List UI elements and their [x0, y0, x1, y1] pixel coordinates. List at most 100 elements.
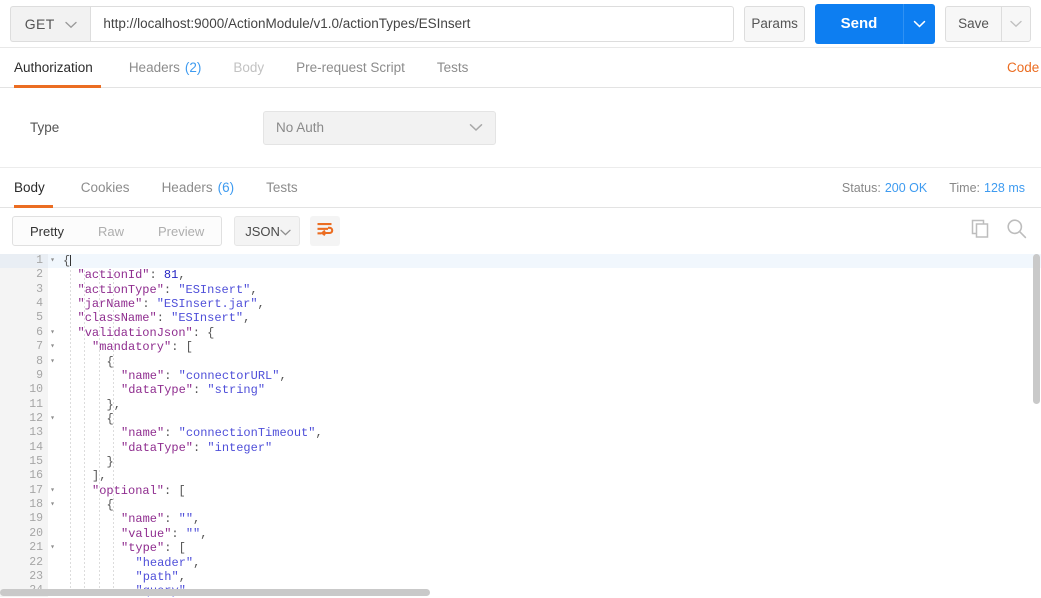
token-k: "actionId" [77, 268, 150, 283]
code-line-text: "name": "connectorURL", [48, 369, 287, 383]
tab-label: Body [233, 60, 265, 75]
tab-label: Authorization [14, 60, 93, 75]
line-number: 21 ▾ [0, 541, 55, 556]
token-p: ], [92, 469, 107, 484]
request-tab-authorization[interactable]: Authorization [14, 48, 109, 88]
response-body-viewer[interactable]: 1 ▾{2 "actionId": 81, 3 "actionType": "ESIns… [0, 254, 1041, 597]
view-mode-raw[interactable]: Raw [81, 217, 141, 245]
copy-button[interactable] [971, 219, 990, 243]
code-link[interactable]: Code [1007, 48, 1041, 87]
token-s: "" [178, 512, 194, 527]
token-k: "className" [77, 311, 157, 326]
word-wrap-toggle[interactable] [310, 216, 341, 246]
tab-label: Tests [266, 180, 298, 195]
auth-type-label: Type [30, 120, 60, 135]
response-actions [971, 208, 1027, 254]
code-lines: 1 ▾{2 "actionId": 81, 3 "actionType": "ESIns… [0, 254, 1041, 597]
code-line: 9 "name": "connectorURL", [0, 368, 1041, 384]
code-line: 5 "className": "ESInsert", [0, 311, 1041, 326]
url-input[interactable] [90, 5, 735, 42]
request-tab-tests[interactable]: Tests [421, 48, 485, 87]
token-k: "dataType" [121, 383, 194, 398]
code-line: 15} [0, 455, 1041, 470]
response-tab-tests[interactable]: Tests [250, 168, 314, 207]
line-number: 14 [0, 440, 48, 456]
token-k: "name" [121, 368, 165, 383]
token-k: "name" [121, 512, 165, 527]
vertical-scrollbar-thumb[interactable] [1033, 254, 1040, 404]
tab-label: Headers [161, 180, 213, 195]
auth-type-value: No Auth [276, 120, 325, 135]
token-s: "integer" [207, 440, 273, 455]
token-k: "type" [121, 541, 165, 556]
code-line-text: "mandatory": [ [48, 340, 193, 354]
token-k: "value" [121, 526, 172, 541]
token-s: "connectorURL" [178, 368, 280, 383]
token-p: , [193, 512, 201, 527]
token-p: : [163, 282, 179, 297]
view-mode-preview[interactable]: Preview [141, 217, 221, 245]
save-button[interactable]: Save [945, 5, 1001, 42]
horizontal-scrollbar-thumb[interactable] [0, 589, 430, 596]
chevron-down-icon [280, 224, 291, 239]
token-p: , [257, 297, 265, 312]
token-p: , [178, 268, 186, 283]
response-format-dropdown[interactable]: JSON [234, 216, 301, 246]
request-tab-body[interactable]: Body [217, 48, 280, 87]
line-number: 3 [0, 282, 48, 298]
code-line: 14 "dataType": "integer" [0, 440, 1041, 456]
line-number: 19 [0, 512, 48, 527]
request-tab-pre-request-script[interactable]: Pre-request Script [280, 48, 421, 87]
token-p: } [106, 455, 114, 470]
status-label: Status: [841, 180, 881, 195]
code-line-text: "path", [48, 570, 186, 584]
code-line: 18 ▾ { [0, 498, 1041, 513]
save-options-dropdown[interactable] [1001, 5, 1031, 42]
token-s: "connectionTimeout" [178, 426, 316, 441]
horizontal-scrollbar[interactable] [0, 588, 1041, 597]
token-k: "name" [121, 426, 165, 441]
http-method-dropdown[interactable]: GET [10, 5, 91, 42]
code-line-text: "dataType": "string" [48, 383, 265, 397]
code-line-text: { [48, 412, 114, 426]
token-p: , [178, 569, 186, 584]
params-button[interactable]: Params [744, 5, 805, 42]
text-cursor [70, 255, 72, 266]
line-number: 13 [0, 426, 48, 441]
request-tab-headers[interactable]: Headers (2) [113, 48, 218, 87]
response-meta: Status: 200 OK Time: 128 ms [842, 168, 1025, 207]
search-button[interactable] [1006, 218, 1027, 244]
code-line: 20 "value": "", [0, 526, 1041, 542]
line-number: 10 [0, 383, 48, 398]
response-tab-cookies[interactable]: Cookies [65, 168, 146, 207]
response-format-value: JSON [245, 223, 280, 239]
vertical-scrollbar[interactable] [1032, 254, 1041, 597]
response-tab-headers[interactable]: Headers (6) [146, 168, 251, 207]
response-tab-body[interactable]: Body [14, 168, 61, 208]
tab-label: Cookies [80, 180, 130, 195]
token-p: { [106, 498, 114, 513]
line-number: 4 [0, 297, 48, 312]
code-line-text: "jarName": "ESInsert.jar", [48, 297, 265, 311]
send-options-dropdown[interactable] [903, 3, 935, 44]
token-p: : [ [164, 541, 186, 556]
token-p: : [164, 512, 179, 527]
code-line: 19 "name": "", [0, 512, 1041, 527]
send-button[interactable]: Send [815, 3, 903, 44]
line-number: 23 [0, 569, 48, 585]
code-line-text: "name": "connectionTimeout", [48, 426, 323, 440]
code-line: 6 ▾ "validationJson": { [0, 325, 1041, 341]
line-number: 15 [0, 455, 48, 470]
auth-type-dropdown[interactable]: No Auth [263, 110, 496, 145]
view-mode-pretty[interactable]: Pretty [13, 217, 81, 245]
code-line-text: "dataType": "integer" [48, 441, 272, 455]
line-number: 18 ▾ [0, 498, 55, 513]
chevron-down-icon [64, 16, 77, 32]
authorization-panel: Type No Auth [0, 88, 1041, 168]
token-s: "header" [135, 555, 194, 570]
token-p: , [193, 555, 201, 570]
code-line: 4 "jarName": "ESInsert.jar", [0, 297, 1041, 312]
token-p: , [200, 526, 208, 541]
send-button-group: Send [815, 3, 935, 44]
token-k: "validationJson" [77, 325, 193, 340]
